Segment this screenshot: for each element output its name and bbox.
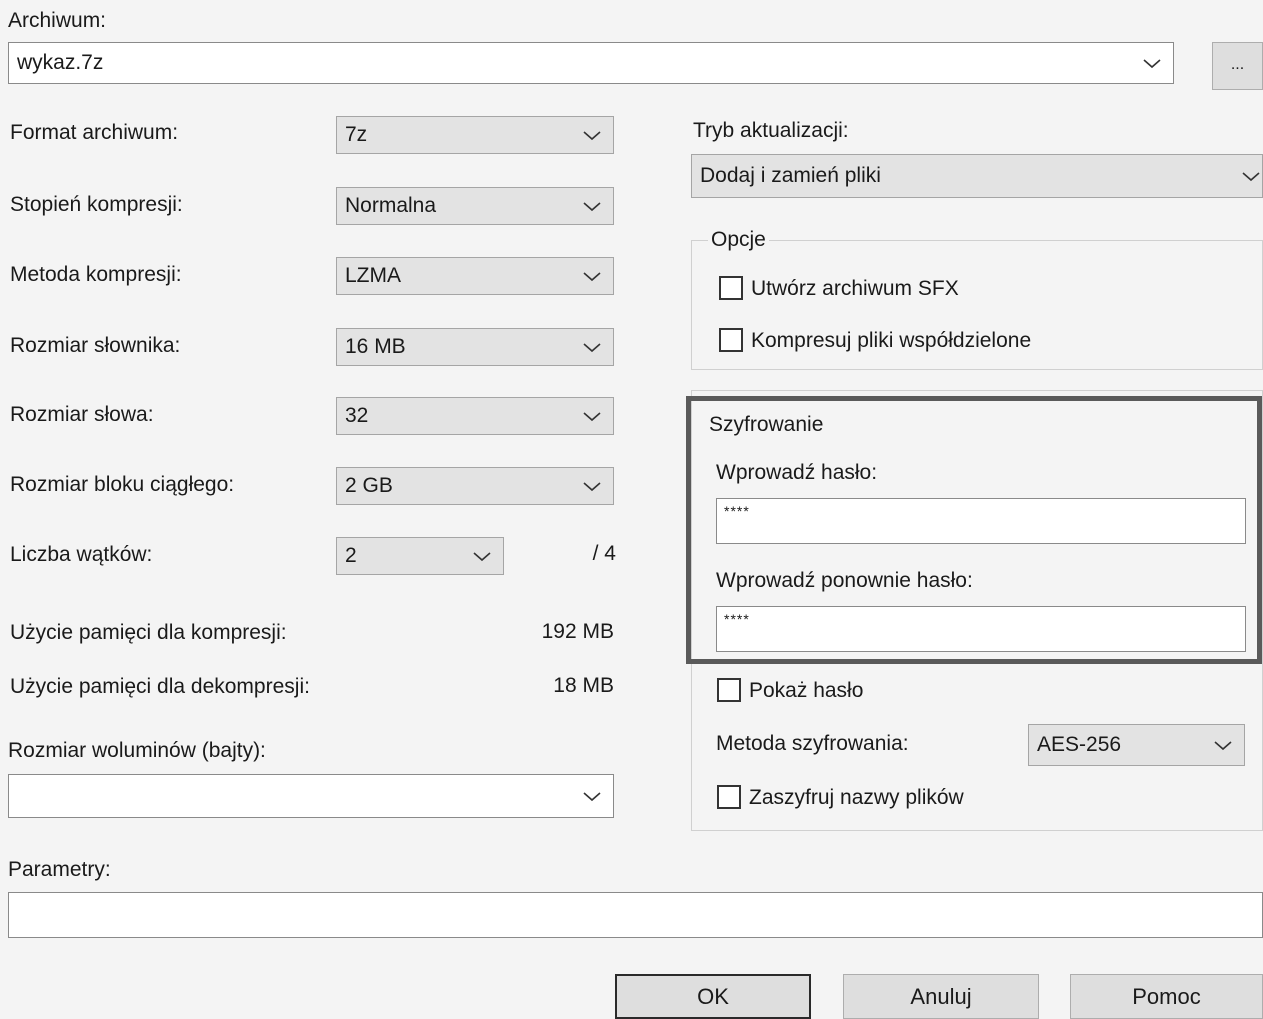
repeat-password-label: Wprowadź ponownie hasło: <box>716 569 973 592</box>
help-button[interactable]: Pomoc <box>1070 974 1263 1019</box>
update-mode-label: Tryb aktualizacji: <box>693 119 849 142</box>
ok-button[interactable]: OK <box>615 974 811 1019</box>
chevron-down-icon[interactable] <box>581 128 603 142</box>
format-label: Format archiwum: <box>10 121 179 144</box>
sfx-checkbox-label: Utwórz archiwum SFX <box>751 277 959 300</box>
password-label: Wprowadź hasło: <box>716 461 878 484</box>
cancel-button[interactable]: Anuluj <box>843 974 1039 1019</box>
format-value: 7z <box>345 123 368 146</box>
word-size-select[interactable]: 32 <box>336 397 614 435</box>
word-size-label: Rozmiar słowa: <box>10 403 154 426</box>
parameters-input[interactable] <box>8 892 1263 938</box>
word-size-value: 32 <box>345 404 369 427</box>
chevron-down-icon[interactable] <box>1240 169 1262 183</box>
encryption-group-title: Szyfrowanie <box>709 413 824 436</box>
solid-block-size-value: 2 GB <box>345 474 393 497</box>
threads-select[interactable]: 2 <box>336 537 504 575</box>
encrypt-filenames-label: Zaszyfruj nazwy plików <box>749 786 964 809</box>
password-value: **** <box>724 503 750 519</box>
format-select[interactable]: 7z <box>336 116 614 154</box>
encrypt-filenames-checkbox[interactable] <box>717 785 741 809</box>
archive-path-combobox[interactable]: wykaz.7z <box>8 42 1174 84</box>
solid-block-size-select[interactable]: 2 GB <box>336 467 614 505</box>
update-mode-value: Dodaj i zamień pliki <box>700 164 881 187</box>
solid-block-size-label: Rozmiar bloku ciągłego: <box>10 473 235 496</box>
encryption-method-value: AES-256 <box>1037 733 1122 756</box>
threads-max: / 4 <box>592 542 616 565</box>
update-mode-select[interactable]: Dodaj i zamień pliki <box>691 154 1263 198</box>
dictionary-size-value: 16 MB <box>345 335 406 358</box>
memory-decompression-label: Użycie pamięci dla dekompresji: <box>10 675 310 698</box>
chevron-down-icon[interactable] <box>1212 738 1234 752</box>
chevron-down-icon[interactable] <box>471 549 493 563</box>
memory-decompression-value: 18 MB <box>553 674 614 697</box>
show-password-label: Pokaż hasło <box>749 679 864 702</box>
chevron-down-icon[interactable] <box>581 199 603 213</box>
memory-compression-value: 192 MB <box>541 620 614 643</box>
compression-method-value: LZMA <box>345 264 402 287</box>
volume-size-label: Rozmiar woluminów (bajty): <box>8 739 266 762</box>
options-group-title: Opcje <box>708 227 769 253</box>
memory-compression-label: Użycie pamięci dla kompresji: <box>10 621 287 644</box>
compression-method-select[interactable]: LZMA <box>336 257 614 295</box>
dictionary-size-label: Rozmiar słownika: <box>10 334 181 357</box>
archive-path-value: wykaz.7z <box>17 51 104 74</box>
compression-method-label: Metoda kompresji: <box>10 263 182 286</box>
chevron-down-icon[interactable] <box>581 409 603 423</box>
browse-button[interactable]: ... <box>1212 42 1263 90</box>
volume-size-combobox[interactable] <box>8 774 614 818</box>
compression-level-value: Normalna <box>345 194 437 217</box>
threads-value: 2 <box>345 544 357 567</box>
chevron-down-icon[interactable] <box>581 269 603 283</box>
repeat-password-value: **** <box>724 611 750 627</box>
compression-level-label: Stopień kompresji: <box>10 193 183 216</box>
show-password-checkbox[interactable] <box>717 678 741 702</box>
threads-label: Liczba wątków: <box>10 543 153 566</box>
shared-files-checkbox-label: Kompresuj pliki współdzielone <box>751 329 1032 352</box>
parameters-label: Parametry: <box>8 858 111 881</box>
archive-label: Archiwum: <box>8 9 107 32</box>
sfx-checkbox[interactable] <box>719 276 743 300</box>
dictionary-size-select[interactable]: 16 MB <box>336 328 614 366</box>
repeat-password-input[interactable]: **** <box>716 606 1246 652</box>
encryption-method-label: Metoda szyfrowania: <box>716 732 909 755</box>
chevron-down-icon[interactable] <box>581 789 603 803</box>
chevron-down-icon[interactable] <box>1141 56 1163 70</box>
chevron-down-icon[interactable] <box>581 340 603 354</box>
shared-files-checkbox[interactable] <box>719 328 743 352</box>
chevron-down-icon[interactable] <box>581 479 603 493</box>
compression-level-select[interactable]: Normalna <box>336 187 614 225</box>
encryption-method-select[interactable]: AES-256 <box>1028 724 1245 766</box>
password-input[interactable]: **** <box>716 498 1246 544</box>
